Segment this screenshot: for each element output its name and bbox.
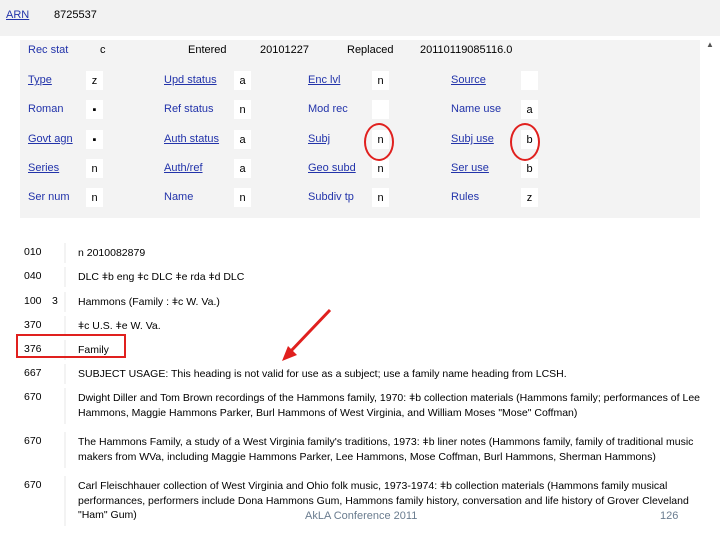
conference-footer: AkLA Conference 2011 bbox=[305, 510, 418, 522]
annotation-arrow-icon bbox=[282, 308, 332, 361]
slide-number: 126 bbox=[660, 510, 679, 522]
arrow-shaft bbox=[288, 308, 332, 354]
